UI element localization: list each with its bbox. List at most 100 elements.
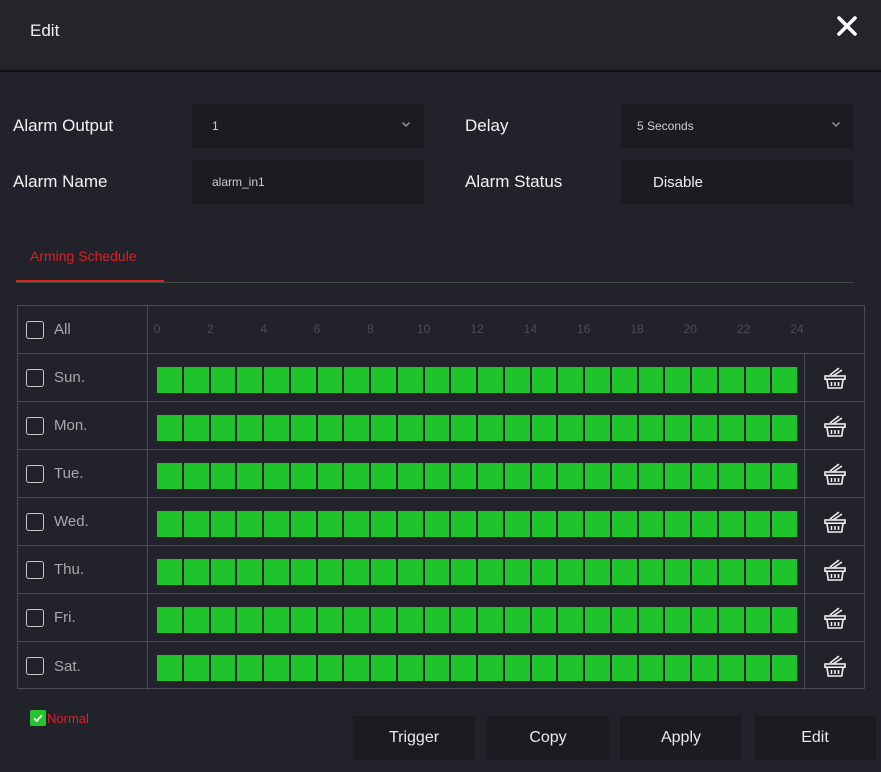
schedule-segment[interactable]: [424, 463, 450, 489]
schedule-segment[interactable]: [371, 367, 396, 393]
schedule-segment[interactable]: [665, 607, 690, 633]
schedule-segment[interactable]: [157, 463, 182, 489]
all-checkbox[interactable]: [26, 320, 44, 339]
schedule-segment[interactable]: [397, 559, 423, 585]
schedule-segment[interactable]: [237, 607, 262, 633]
schedule-segment[interactable]: [397, 367, 423, 393]
schedule-segment[interactable]: [317, 559, 343, 585]
day-checkbox[interactable]: [26, 464, 44, 483]
schedule-segment[interactable]: [264, 655, 289, 681]
schedule-segment[interactable]: [478, 655, 503, 681]
schedule-segment[interactable]: [344, 415, 369, 441]
schedule-segment[interactable]: [531, 559, 557, 585]
schedule-segment[interactable]: [371, 415, 396, 441]
schedule-segment[interactable]: [504, 655, 530, 681]
schedule-segment[interactable]: [585, 511, 610, 537]
schedule-segment[interactable]: [558, 511, 583, 537]
schedule-segment[interactable]: [317, 367, 343, 393]
schedule-segment[interactable]: [718, 415, 744, 441]
schedule-segment[interactable]: [237, 559, 262, 585]
schedule-bar[interactable]: [157, 511, 797, 537]
schedule-segment[interactable]: [504, 415, 530, 441]
schedule-segment[interactable]: [558, 655, 583, 681]
schedule-segment[interactable]: [290, 511, 316, 537]
schedule-bar[interactable]: [157, 655, 797, 681]
schedule-segment[interactable]: [504, 367, 530, 393]
schedule-segment[interactable]: [531, 415, 557, 441]
schedule-segment[interactable]: [183, 511, 209, 537]
schedule-segment[interactable]: [478, 415, 503, 441]
schedule-segment[interactable]: [611, 367, 637, 393]
schedule-segment[interactable]: [290, 415, 316, 441]
delay-select[interactable]: 5 Seconds: [621, 104, 854, 148]
schedule-segment[interactable]: [745, 511, 771, 537]
day-checkbox[interactable]: [26, 512, 44, 531]
schedule-segment[interactable]: [558, 415, 583, 441]
schedule-bar[interactable]: [157, 463, 797, 489]
schedule-segment[interactable]: [397, 415, 423, 441]
schedule-segment[interactable]: [718, 655, 744, 681]
schedule-segment[interactable]: [371, 607, 396, 633]
schedule-segment[interactable]: [264, 367, 289, 393]
schedule-segment[interactable]: [692, 463, 717, 489]
schedule-segment[interactable]: [290, 559, 316, 585]
schedule-segment[interactable]: [210, 463, 236, 489]
schedule-segment[interactable]: [558, 607, 583, 633]
clear-schedule-button[interactable]: [804, 546, 864, 593]
schedule-segment[interactable]: [585, 655, 610, 681]
schedule-segment[interactable]: [344, 511, 369, 537]
schedule-segment[interactable]: [451, 463, 476, 489]
schedule-segment[interactable]: [237, 367, 262, 393]
schedule-segment[interactable]: [531, 463, 557, 489]
schedule-bar[interactable]: [157, 415, 797, 441]
schedule-segment[interactable]: [638, 463, 664, 489]
schedule-segment[interactable]: [772, 415, 797, 441]
schedule-segment[interactable]: [397, 463, 423, 489]
schedule-segment[interactable]: [451, 607, 476, 633]
schedule-segment[interactable]: [745, 415, 771, 441]
schedule-segment[interactable]: [585, 367, 610, 393]
schedule-segment[interactable]: [210, 415, 236, 441]
schedule-segment[interactable]: [183, 655, 209, 681]
schedule-segment[interactable]: [317, 511, 343, 537]
schedule-segment[interactable]: [504, 607, 530, 633]
schedule-segment[interactable]: [558, 367, 583, 393]
schedule-segment[interactable]: [772, 655, 797, 681]
schedule-segment[interactable]: [611, 511, 637, 537]
schedule-segment[interactable]: [183, 367, 209, 393]
day-checkbox[interactable]: [26, 368, 44, 387]
schedule-segment[interactable]: [451, 655, 476, 681]
schedule-segment[interactable]: [611, 463, 637, 489]
apply-button[interactable]: Apply: [620, 716, 742, 760]
schedule-segment[interactable]: [397, 607, 423, 633]
schedule-segment[interactable]: [665, 655, 690, 681]
schedule-segment[interactable]: [531, 607, 557, 633]
schedule-segment[interactable]: [638, 655, 664, 681]
clear-schedule-button[interactable]: [804, 498, 864, 545]
schedule-segment[interactable]: [344, 559, 369, 585]
schedule-segment[interactable]: [371, 655, 396, 681]
schedule-segment[interactable]: [371, 463, 396, 489]
schedule-segment[interactable]: [424, 415, 450, 441]
schedule-segment[interactable]: [585, 607, 610, 633]
schedule-segment[interactable]: [424, 607, 450, 633]
schedule-segment[interactable]: [264, 463, 289, 489]
clear-schedule-button[interactable]: [804, 450, 864, 497]
schedule-segment[interactable]: [665, 367, 690, 393]
schedule-segment[interactable]: [611, 655, 637, 681]
schedule-segment[interactable]: [290, 655, 316, 681]
schedule-segment[interactable]: [317, 415, 343, 441]
schedule-segment[interactable]: [478, 559, 503, 585]
schedule-segment[interactable]: [317, 607, 343, 633]
schedule-segment[interactable]: [424, 367, 450, 393]
schedule-segment[interactable]: [638, 415, 664, 441]
schedule-segment[interactable]: [210, 511, 236, 537]
copy-button[interactable]: Copy: [487, 716, 609, 760]
edit-button[interactable]: Edit: [754, 716, 876, 760]
schedule-segment[interactable]: [183, 463, 209, 489]
schedule-bar[interactable]: [157, 367, 797, 393]
tab-arming-schedule[interactable]: Arming Schedule: [16, 238, 164, 282]
schedule-segment[interactable]: [210, 559, 236, 585]
schedule-segment[interactable]: [478, 607, 503, 633]
schedule-segment[interactable]: [692, 607, 717, 633]
